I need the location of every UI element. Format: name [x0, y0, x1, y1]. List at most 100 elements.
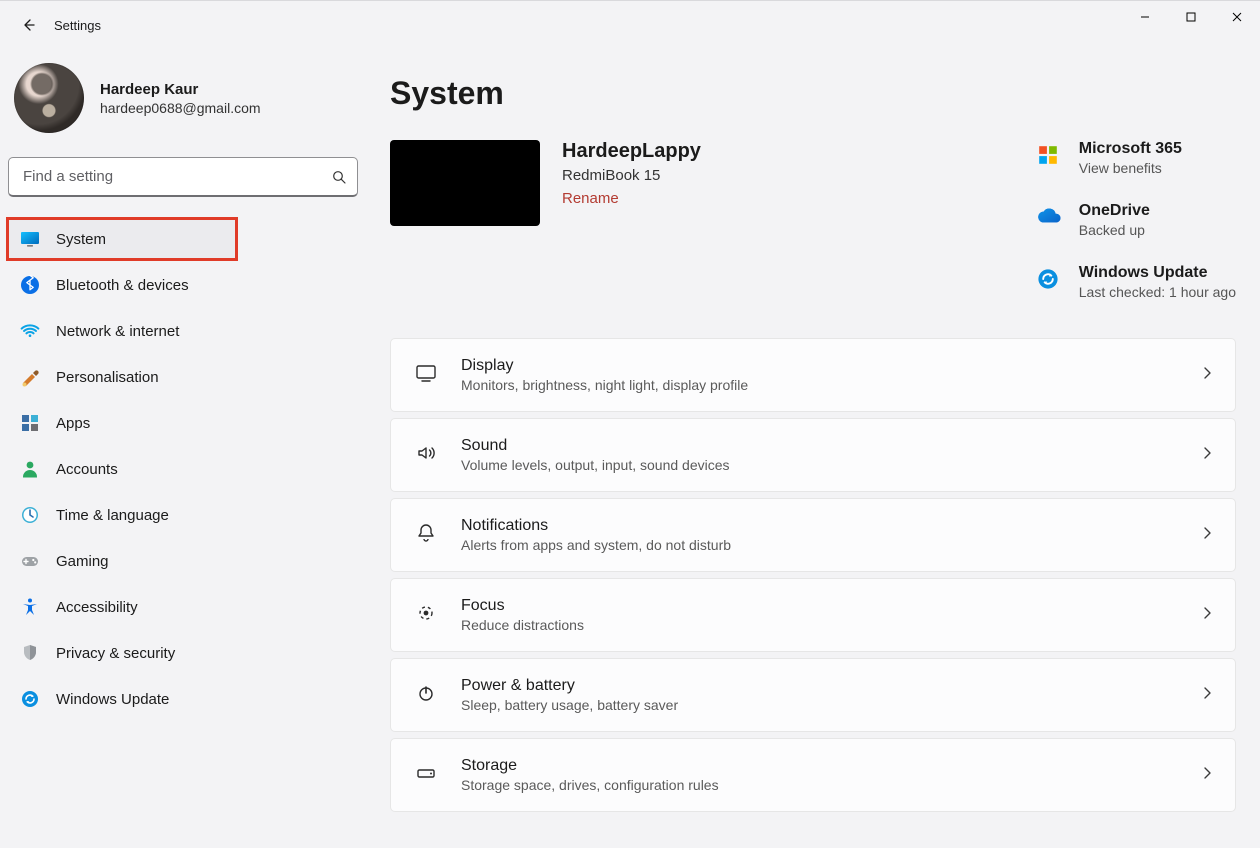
- tile-onedrive-title: OneDrive: [1079, 202, 1236, 220]
- profile-name: Hardeep Kaur: [100, 81, 261, 98]
- sidebar-item-label: Bluetooth & devices: [56, 277, 189, 294]
- settings-item-title: Storage: [461, 757, 1199, 775]
- sidebar-item-bluetooth[interactable]: Bluetooth & devices: [8, 265, 358, 305]
- privacy-icon: [20, 643, 40, 663]
- device-thumbnail: [390, 140, 540, 226]
- nav: System Bluetooth & devices Network & inter…: [8, 219, 358, 719]
- personalisation-icon: [20, 367, 40, 387]
- title-bar: Settings: [0, 0, 1260, 49]
- network-icon: [20, 321, 40, 341]
- device-meta: HardeepLappy RedmiBook 15 Rename: [562, 140, 701, 208]
- accessibility-icon: [20, 597, 40, 617]
- search-icon: [331, 169, 347, 185]
- sidebar-item-label: Accessibility: [56, 599, 138, 616]
- sidebar-item-accounts[interactable]: Accounts: [8, 449, 358, 489]
- settings-item-title: Sound: [461, 437, 1199, 455]
- onedrive-icon: [1035, 204, 1061, 230]
- sidebar-item-update[interactable]: Windows Update: [8, 679, 358, 719]
- sidebar-item-gaming[interactable]: Gaming: [8, 541, 358, 581]
- back-button[interactable]: [8, 5, 48, 45]
- minimize-icon: [1140, 12, 1150, 22]
- pc-name: HardeepLappy: [562, 140, 701, 163]
- tile-m365-sub: View benefits: [1079, 160, 1236, 176]
- settings-item-display[interactable]: Display Monitors, brightness, night light…: [390, 338, 1236, 412]
- sidebar-item-network[interactable]: Network & internet: [8, 311, 358, 351]
- settings-item-title: Display: [461, 357, 1199, 375]
- settings-item-sub: Reduce distractions: [461, 617, 1199, 633]
- window-title: Settings: [48, 18, 101, 33]
- device-info-row: HardeepLappy RedmiBook 15 Rename Microso…: [390, 140, 1236, 300]
- power-icon: [413, 682, 439, 709]
- sidebar-item-label: Gaming: [56, 553, 109, 570]
- sidebar-item-accessibility[interactable]: Accessibility: [8, 587, 358, 627]
- display-icon: [413, 362, 439, 389]
- time-icon: [20, 505, 40, 525]
- sidebar-item-apps[interactable]: Apps: [8, 403, 358, 443]
- sidebar: Hardeep Kaur hardeep0688@gmail.com Syste…: [0, 49, 358, 848]
- tile-update-sub: Last checked: 1 hour ago: [1079, 284, 1236, 300]
- bluetooth-icon: [20, 275, 40, 295]
- search-box[interactable]: [8, 157, 358, 197]
- chevron-right-icon: [1199, 765, 1215, 786]
- sidebar-item-personalisation[interactable]: Personalisation: [8, 357, 358, 397]
- m365-icon: [1035, 142, 1061, 168]
- profile-block[interactable]: Hardeep Kaur hardeep0688@gmail.com: [8, 57, 358, 157]
- close-button[interactable]: [1214, 1, 1260, 33]
- search-input[interactable]: [21, 167, 331, 186]
- focus-icon: [413, 602, 439, 629]
- sidebar-item-label: Privacy & security: [56, 645, 175, 662]
- storage-icon: [413, 762, 439, 789]
- maximize-icon: [1186, 12, 1196, 22]
- sidebar-item-label: Windows Update: [56, 691, 169, 708]
- chevron-right-icon: [1199, 605, 1215, 626]
- settings-item-storage[interactable]: Storage Storage space, drives, configurat…: [390, 738, 1236, 812]
- settings-item-title: Power & battery: [461, 677, 1199, 695]
- apps-icon: [20, 413, 40, 433]
- settings-item-notifications[interactable]: Notifications Alerts from apps and system…: [390, 498, 1236, 572]
- tile-update-title: Windows Update: [1079, 264, 1236, 282]
- profile-email: hardeep0688@gmail.com: [100, 100, 261, 116]
- tile-onedrive-sub: Backed up: [1079, 222, 1236, 238]
- settings-item-sub: Alerts from apps and system, do not dist…: [461, 537, 1199, 553]
- main-pane: System HardeepLappy RedmiBook 15 Rename …: [358, 49, 1260, 848]
- settings-item-sound[interactable]: SoundVolume levels, output, input, sound…: [390, 418, 1236, 492]
- settings-list: Display Monitors, brightness, night light…: [390, 338, 1236, 812]
- settings-item-title: Focus: [461, 597, 1199, 615]
- chevron-right-icon: [1199, 365, 1215, 386]
- page-heading: System: [390, 75, 1236, 112]
- sidebar-item-label: System: [56, 231, 106, 248]
- update-icon: [20, 689, 40, 709]
- sidebar-item-system[interactable]: System: [8, 219, 236, 259]
- settings-item-title: Notifications: [461, 517, 1199, 535]
- sound-icon: [413, 442, 439, 469]
- info-tiles: Microsoft 365 View benefits OneDrive Bac…: [1035, 140, 1236, 300]
- sidebar-item-time[interactable]: Time & language: [8, 495, 358, 535]
- avatar: [14, 63, 84, 133]
- maximize-button[interactable]: [1168, 1, 1214, 33]
- sidebar-item-privacy[interactable]: Privacy & security: [8, 633, 358, 673]
- pc-model: RedmiBook 15: [562, 167, 701, 184]
- system-icon: [20, 229, 40, 249]
- settings-item-power[interactable]: Power & battery Sleep, battery usage, bat…: [390, 658, 1236, 732]
- tile-m365-title: Microsoft 365: [1079, 140, 1236, 158]
- settings-item-focus[interactable]: Focus Reduce distractions: [390, 578, 1236, 652]
- update-icon: [1035, 266, 1061, 292]
- chevron-right-icon: [1199, 445, 1215, 466]
- chevron-right-icon: [1199, 685, 1215, 706]
- sidebar-item-label: Time & language: [56, 507, 169, 524]
- close-icon: [1232, 12, 1242, 22]
- settings-item-sub: Sleep, battery usage, battery saver: [461, 697, 1199, 713]
- sidebar-item-label: Accounts: [56, 461, 118, 478]
- back-arrow-icon: [20, 17, 36, 33]
- minimize-button[interactable]: [1122, 1, 1168, 33]
- settings-item-sub: Storage space, drives, configuration rul…: [461, 777, 1199, 793]
- settings-item-sub: Monitors, brightness, night light, displ…: [461, 377, 1199, 393]
- sidebar-item-label: Network & internet: [56, 323, 179, 340]
- gaming-icon: [20, 551, 40, 571]
- sidebar-item-label: Personalisation: [56, 369, 159, 386]
- notifications-icon: [413, 522, 439, 549]
- window-caption-buttons: [1122, 1, 1260, 49]
- chevron-right-icon: [1199, 525, 1215, 546]
- rename-link[interactable]: Rename: [562, 190, 619, 207]
- accounts-icon: [20, 459, 40, 479]
